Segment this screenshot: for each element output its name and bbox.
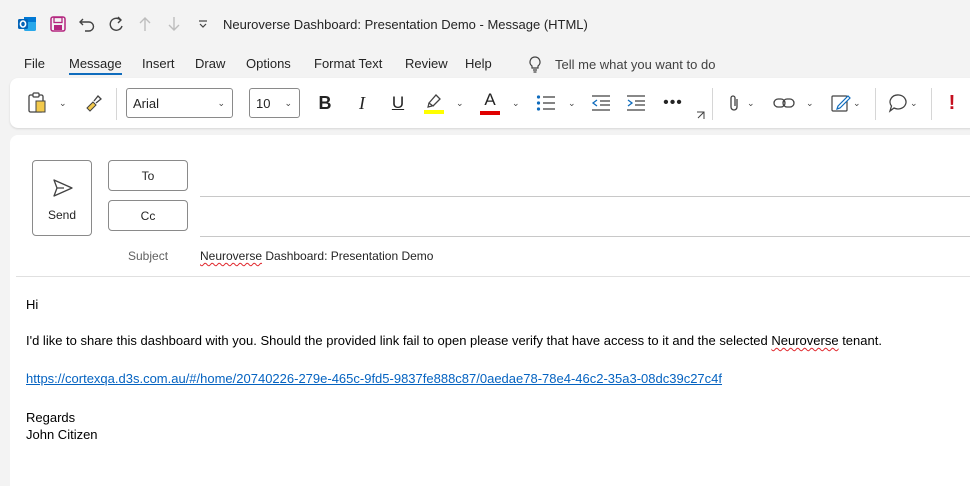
font-color-button[interactable]: A [479, 90, 501, 116]
window-title: Neuroverse Dashboard: Presentation Demo … [223, 17, 588, 32]
bullets-dropdown-icon[interactable]: ⌄ [568, 98, 576, 109]
font-color-letter: A [484, 90, 496, 109]
paste-dropdown-icon[interactable]: ⌄ [59, 98, 67, 109]
tab-file[interactable]: File [24, 56, 45, 71]
comment-dropdown-icon[interactable]: ⌄ [910, 98, 918, 109]
tab-format-text[interactable]: Format Text [314, 56, 382, 71]
send-label: Send [47, 208, 77, 222]
decrease-indent-icon[interactable] [590, 92, 612, 114]
link-dropdown-icon[interactable]: ⌄ [806, 98, 814, 109]
body-regards: Regards [26, 410, 76, 425]
attach-dropdown-icon[interactable]: ⌄ [747, 98, 755, 109]
signature-icon[interactable] [830, 92, 852, 114]
body-paragraph: I'd like to share this dashboard with yo… [26, 333, 882, 348]
comment-icon[interactable] [888, 92, 910, 114]
ribbon-separator [875, 88, 876, 120]
font-color-swatch [480, 111, 500, 115]
tab-review[interactable]: Review [405, 56, 448, 71]
font-name-value: Arial [133, 95, 160, 111]
subject-rest: Dashboard: Presentation Demo [262, 249, 434, 263]
tell-me-text: Tell me what you want to do [555, 56, 716, 72]
ribbon-tabs: File Message Insert Draw Options Format … [0, 50, 970, 80]
title-bar: Neuroverse Dashboard: Presentation Demo … [0, 0, 970, 48]
up-arrow-icon[interactable] [136, 12, 154, 36]
subject-input[interactable]: Neuroverse Dashboard: Presentation Demo [200, 249, 433, 263]
outlook-logo-icon[interactable] [16, 12, 38, 36]
high-importance-button[interactable]: ! [946, 90, 958, 116]
italic-button[interactable]: I [352, 91, 372, 115]
customize-qat-icon[interactable] [196, 12, 210, 36]
chevron-down-icon: ⌄ [217, 98, 225, 108]
more-options-icon[interactable]: ••• [662, 92, 684, 114]
link-icon[interactable] [773, 92, 795, 114]
compose-pane: Send To Cc Subject Neuroverse Dashboard:… [10, 135, 970, 486]
font-name-select[interactable]: Arial ⌄ [126, 88, 233, 118]
redo-icon[interactable] [106, 12, 126, 36]
body-greeting: Hi [26, 297, 39, 312]
cc-button[interactable]: Cc [108, 200, 188, 231]
send-button[interactable]: Send [32, 160, 92, 236]
ribbon-separator [116, 88, 117, 120]
body-signature-name: John Citizen [26, 427, 98, 442]
dialog-launcher-icon[interactable] [695, 110, 705, 120]
subject-label: Subject [128, 249, 169, 263]
ribbon-separator [712, 88, 713, 120]
increase-indent-icon[interactable] [625, 92, 647, 114]
highlight-dropdown-icon[interactable]: ⌄ [456, 98, 464, 109]
send-icon [53, 179, 73, 197]
active-tab-indicator [69, 73, 122, 75]
dashboard-link[interactable]: https://cortexqa.d3s.com.au/#/home/20740… [26, 371, 722, 386]
bullets-icon[interactable] [535, 92, 557, 114]
paste-icon[interactable] [26, 92, 48, 114]
underline-button[interactable]: U [388, 91, 408, 115]
body-paragraph-text-1: I'd like to share this dashboard with yo… [26, 333, 772, 348]
ribbon-toolbar: ⌄ Arial ⌄ 10 ⌄ B I U ⌄ A ⌄ ⌄ ••• ⌄ ⌄ ⌄ ⌄… [10, 78, 970, 128]
to-button[interactable]: To [108, 160, 188, 191]
ribbon-separator [931, 88, 932, 120]
header-divider [16, 276, 970, 277]
subject-misspelled-word: Neuroverse [200, 249, 263, 263]
tab-draw[interactable]: Draw [195, 56, 225, 71]
body-paragraph-text-2: tenant. [838, 333, 882, 348]
highlight-icon[interactable] [423, 90, 445, 116]
tell-me-search[interactable]: Tell me what you want to do [527, 55, 715, 73]
signature-dropdown-icon[interactable]: ⌄ [853, 98, 861, 109]
to-input[interactable] [200, 163, 970, 193]
tab-help[interactable]: Help [465, 56, 492, 71]
body-misspelled-word: Neuroverse [771, 333, 839, 348]
down-arrow-icon[interactable] [165, 12, 183, 36]
cc-field-underline [200, 236, 970, 237]
save-icon[interactable] [48, 12, 68, 36]
font-size-select[interactable]: 10 ⌄ [249, 88, 300, 118]
font-color-dropdown-icon[interactable]: ⌄ [512, 98, 520, 109]
chevron-down-icon: ⌄ [284, 98, 292, 108]
undo-icon[interactable] [77, 12, 97, 36]
tab-message[interactable]: Message [69, 56, 122, 71]
to-field-underline [200, 196, 970, 197]
tab-options[interactable]: Options [246, 56, 291, 71]
cc-input[interactable] [200, 203, 970, 233]
bold-button[interactable]: B [315, 91, 335, 115]
lightbulb-icon [529, 56, 541, 73]
attach-file-icon[interactable] [724, 92, 744, 114]
format-painter-icon[interactable] [82, 92, 104, 114]
tab-insert[interactable]: Insert [142, 56, 175, 71]
font-size-value: 10 [256, 95, 271, 111]
